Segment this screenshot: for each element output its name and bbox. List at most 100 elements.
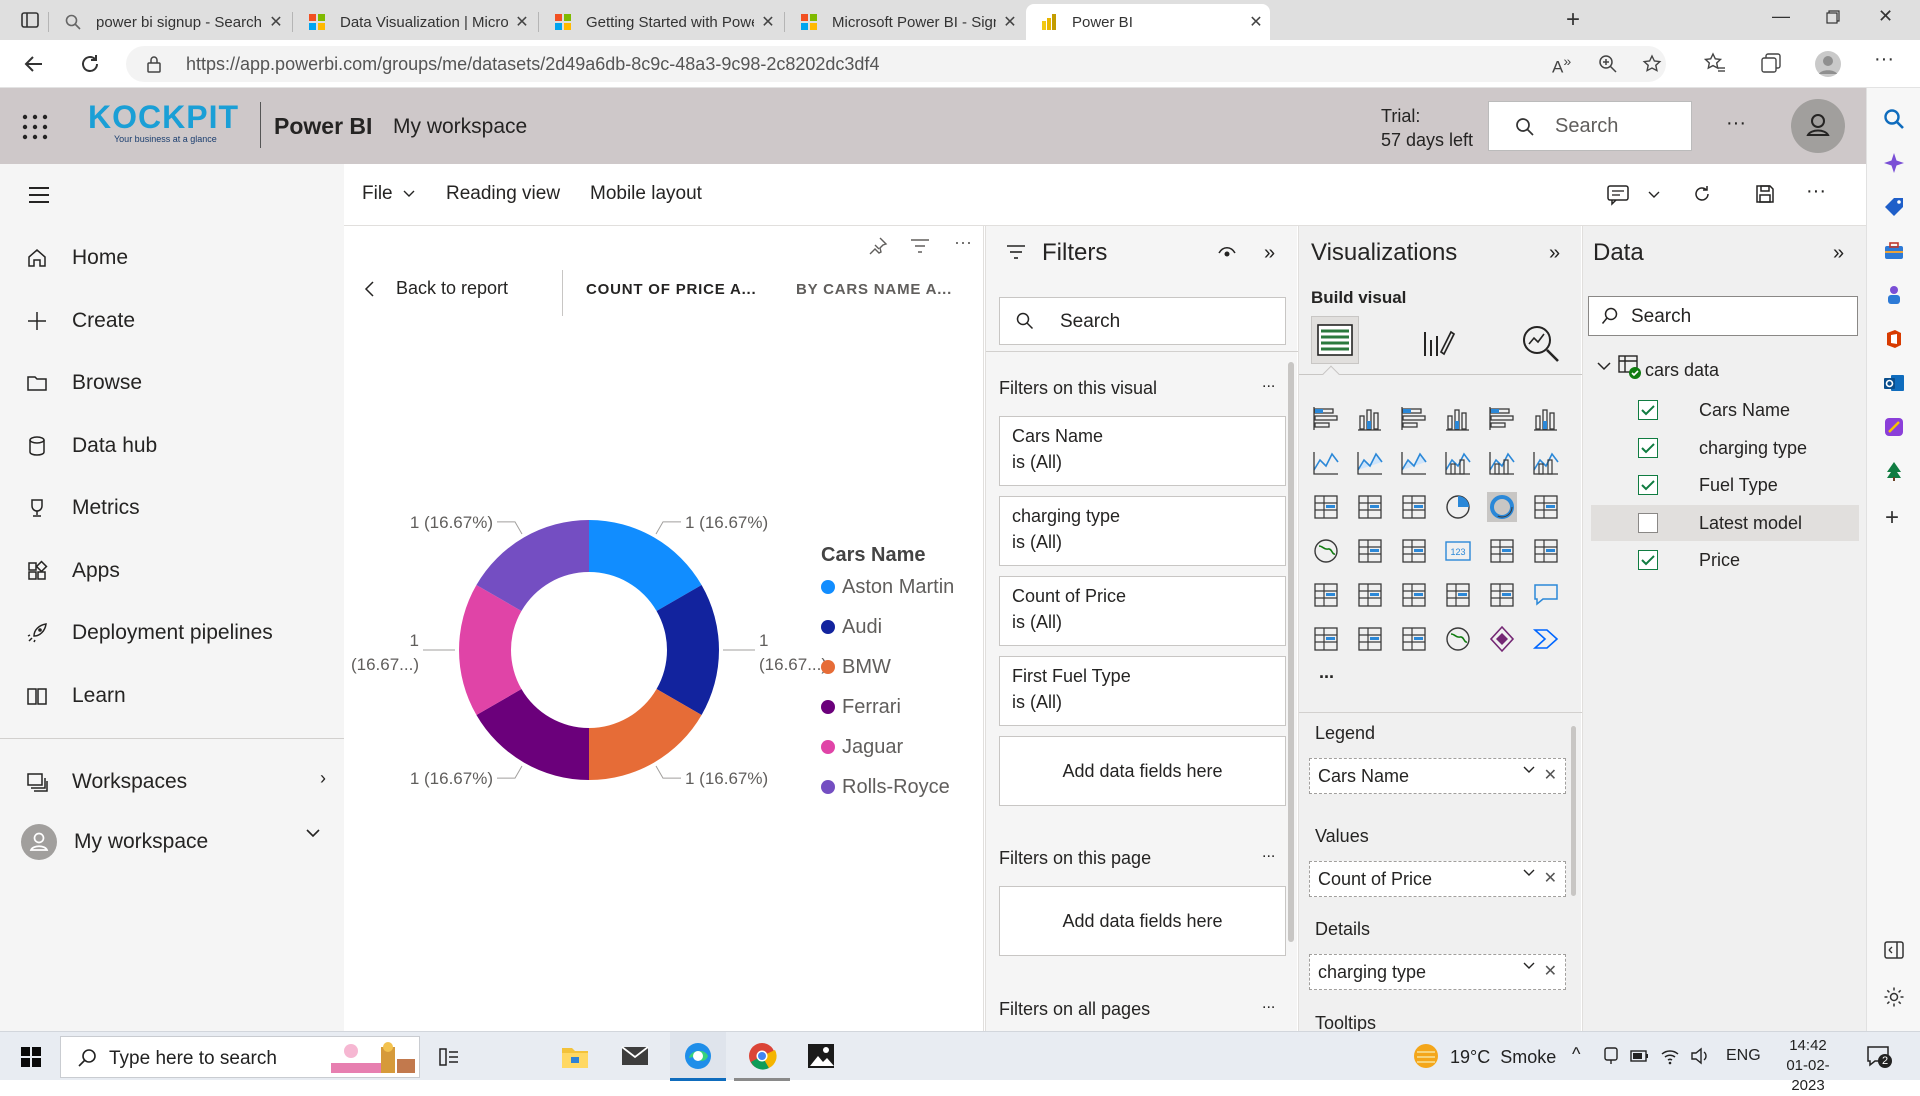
tree-icon[interactable] xyxy=(1883,460,1905,482)
nav-item-browse[interactable]: Browse xyxy=(26,363,142,403)
close-icon[interactable]: ✕ xyxy=(754,12,782,32)
add-sidebar-app-icon[interactable]: + xyxy=(1885,504,1899,532)
nav-item-create[interactable]: Create xyxy=(26,301,135,341)
field-row[interactable]: Latest model xyxy=(1591,504,1859,541)
nav-item-home[interactable]: Home xyxy=(26,238,128,278)
filter-card-cars-name[interactable]: Cars Name is (All) xyxy=(999,416,1286,486)
ribbon-more-icon[interactable]: ··· xyxy=(1806,180,1826,203)
filled-map-icon[interactable] xyxy=(1355,536,1385,566)
meet-icon[interactable] xyxy=(1602,1046,1620,1066)
remove-field-icon[interactable]: ✕ xyxy=(1544,765,1557,785)
gauge-icon[interactable] xyxy=(1399,536,1429,566)
data-search-box[interactable]: Search xyxy=(1588,296,1858,336)
power-automate-icon[interactable] xyxy=(1531,624,1561,654)
key-influencers-icon[interactable] xyxy=(1443,580,1473,610)
url-field[interactable]: https://app.powerbi.com/groups/me/datase… xyxy=(126,46,1666,82)
build-visual-tab[interactable] xyxy=(1311,316,1359,364)
browser-tab-getting-started[interactable]: Getting Started with Power BI for ✕ xyxy=(540,4,782,40)
refresh-icon[interactable] xyxy=(1692,184,1712,204)
designer-icon[interactable] xyxy=(1883,416,1905,438)
scatter-chart-icon[interactable] xyxy=(1399,492,1429,522)
multi-row-card-icon[interactable] xyxy=(1487,536,1517,566)
browser-tab-signup[interactable]: Microsoft Power BI - Sign up ✕ xyxy=(786,4,1024,40)
field-row[interactable]: Cars Name xyxy=(1591,392,1859,428)
matrix-icon[interactable] xyxy=(1399,580,1429,610)
legend-item[interactable]: Jaguar xyxy=(821,727,954,767)
hamburger-menu-icon[interactable] xyxy=(28,186,50,204)
decomposition-tree-icon[interactable] xyxy=(1487,580,1517,610)
filter-card-first-fuel-type[interactable]: First Fuel Type is (All) xyxy=(999,656,1286,726)
browser-menu-icon[interactable]: ··· xyxy=(1874,48,1894,71)
breadcrumb-axis[interactable]: BY CARS NAME A... xyxy=(796,281,952,298)
favorite-add-icon[interactable] xyxy=(1642,54,1664,74)
chevron-down-icon[interactable] xyxy=(1523,962,1535,970)
filters-scrollbar[interactable] xyxy=(1288,362,1294,942)
back-icon[interactable] xyxy=(22,52,46,76)
pie-chart-icon[interactable] xyxy=(1443,492,1473,522)
nav-item-deployment-pipelines[interactable]: Deployment pipelines xyxy=(26,613,273,653)
qa-icon[interactable] xyxy=(1531,580,1561,610)
nav-item-metrics[interactable]: Metrics xyxy=(26,488,140,528)
copilot-sparkle-icon[interactable] xyxy=(1883,152,1905,174)
read-aloud-icon[interactable]: A» xyxy=(1552,54,1571,78)
profile-avatar-icon[interactable] xyxy=(1814,50,1842,78)
smart-narrative-icon[interactable] xyxy=(1311,624,1341,654)
100-stacked-bar-chart-icon[interactable] xyxy=(1487,404,1517,434)
header-more-icon[interactable]: ··· xyxy=(1726,112,1746,135)
analytics-tab[interactable] xyxy=(1519,322,1561,364)
metrics-icon[interactable] xyxy=(1355,624,1385,654)
treemap-icon[interactable] xyxy=(1531,492,1561,522)
mail-icon[interactable] xyxy=(620,1044,650,1068)
wifi-icon[interactable] xyxy=(1660,1046,1680,1066)
remove-field-icon[interactable]: ✕ xyxy=(1544,961,1557,981)
slicer-icon[interactable] xyxy=(1311,580,1341,610)
line-clustered-column-chart-icon[interactable] xyxy=(1443,448,1473,478)
outlook-icon[interactable] xyxy=(1883,372,1905,394)
breadcrumb-measure[interactable]: COUNT OF PRICE A... xyxy=(586,281,756,298)
clustered-bar-chart-icon[interactable] xyxy=(1399,404,1429,434)
volume-icon[interactable] xyxy=(1690,1046,1710,1066)
filter-card-count-of-price[interactable]: Count of Price is (All) xyxy=(999,576,1286,646)
checkbox-unchecked-icon[interactable] xyxy=(1638,512,1658,533)
card-icon[interactable]: 123 xyxy=(1443,536,1473,566)
chevron-down-icon[interactable] xyxy=(1597,361,1611,371)
close-icon[interactable]: ✕ xyxy=(1242,12,1270,32)
arcgis-map-icon[interactable] xyxy=(1443,624,1473,654)
nav-item-data-hub[interactable]: Data hub xyxy=(26,426,157,466)
paginated-report-icon[interactable] xyxy=(1399,624,1429,654)
save-icon[interactable] xyxy=(1754,183,1776,205)
checkbox-checked-icon[interactable] xyxy=(1638,437,1658,458)
zoom-icon[interactable] xyxy=(1598,54,1618,74)
refresh-icon[interactable] xyxy=(78,52,102,76)
browser-tab-data-visualization[interactable]: Data Visualization | Microsoft Po ✕ xyxy=(294,4,536,40)
funnel-chart-icon[interactable] xyxy=(1355,492,1385,522)
details-field-well[interactable]: charging type ✕ xyxy=(1309,954,1566,990)
workspace-title[interactable]: My workspace xyxy=(393,115,527,139)
collections-icon[interactable] xyxy=(1760,52,1782,74)
clock[interactable]: 14:42 01-02-2023 xyxy=(1770,1036,1846,1096)
account-avatar-icon[interactable] xyxy=(1790,98,1846,154)
filters-search-box[interactable]: Search xyxy=(999,297,1286,345)
filter-card-charging-type[interactable]: charging type is (All) xyxy=(999,496,1286,566)
stacked-column-chart-icon[interactable] xyxy=(1355,404,1385,434)
stacked-area-chart-icon[interactable] xyxy=(1399,448,1429,478)
file-explorer-icon[interactable] xyxy=(560,1042,590,1070)
chevron-down-icon[interactable] xyxy=(1523,766,1535,774)
shopping-tag-icon[interactable] xyxy=(1883,196,1905,218)
eye-icon[interactable] xyxy=(1218,246,1236,260)
windows-start-icon[interactable] xyxy=(20,1046,42,1068)
chrome-taskbar-button[interactable] xyxy=(734,1032,790,1081)
photos-icon[interactable] xyxy=(806,1042,836,1070)
close-icon[interactable]: ✕ xyxy=(508,12,536,32)
remove-field-icon[interactable]: ✕ xyxy=(1544,868,1557,888)
field-row[interactable]: charging type xyxy=(1591,430,1859,466)
add-data-fields-visual[interactable]: Add data fields here xyxy=(999,736,1286,806)
settings-gear-icon[interactable] xyxy=(1883,986,1905,1008)
collapse-data-icon[interactable]: » xyxy=(1833,242,1844,265)
line-stacked-column-chart-icon[interactable] xyxy=(1487,448,1517,478)
show-hidden-icons-icon[interactable]: ^ xyxy=(1572,1044,1580,1065)
notifications-icon[interactable]: 2 xyxy=(1866,1044,1892,1068)
weather-icon[interactable] xyxy=(1412,1042,1442,1070)
filters-all-more-icon[interactable]: ... xyxy=(1262,995,1275,1013)
nav-item-my-workspace[interactable]: My workspace xyxy=(20,822,324,862)
